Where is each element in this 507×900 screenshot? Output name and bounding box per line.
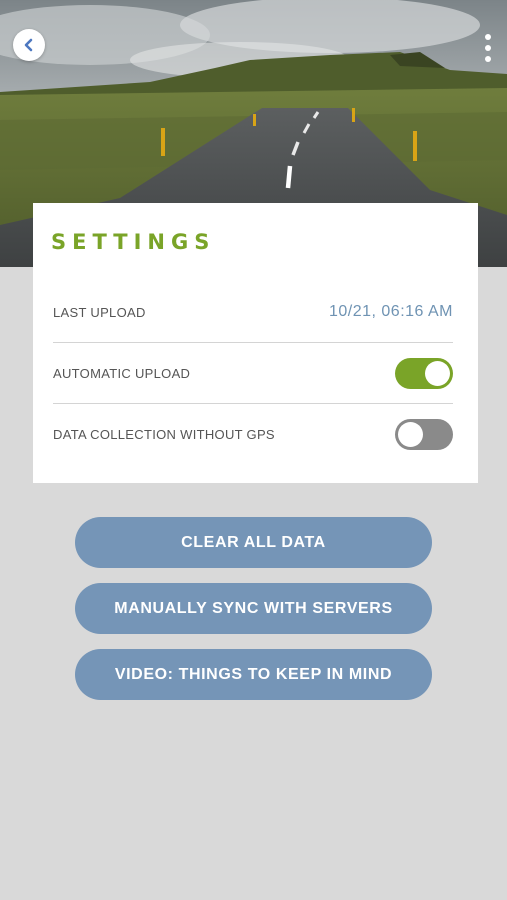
automatic-upload-row: AUTOMATIC UPLOAD bbox=[53, 358, 453, 389]
automatic-upload-toggle[interactable] bbox=[395, 358, 453, 389]
settings-card: SETTINGS LAST UPLOAD 10/21, 06:16 AM AUT… bbox=[33, 203, 478, 483]
clear-all-data-button[interactable]: CLEAR ALL DATA bbox=[75, 517, 432, 568]
data-collection-without-gps-toggle[interactable] bbox=[395, 419, 453, 450]
last-upload-value: 10/21, 06:16 AM bbox=[328, 303, 453, 320]
data-collection-without-gps-label: DATA COLLECTION WITHOUT GPS bbox=[53, 427, 275, 442]
more-vertical-icon bbox=[485, 34, 491, 40]
toggle-knob bbox=[398, 422, 423, 447]
automatic-upload-label: AUTOMATIC UPLOAD bbox=[53, 366, 191, 381]
video-things-to-keep-in-mind-button[interactable]: VIDEO: THINGS TO KEEP IN MIND bbox=[75, 649, 432, 700]
chevron-left-icon bbox=[22, 38, 36, 52]
manual-sync-button[interactable]: MANUALLY SYNC WITH SERVERS bbox=[75, 583, 432, 634]
divider bbox=[53, 403, 453, 404]
more-options-button[interactable] bbox=[476, 28, 500, 68]
data-collection-without-gps-row: DATA COLLECTION WITHOUT GPS bbox=[53, 419, 453, 450]
divider bbox=[53, 342, 453, 343]
last-upload-row: LAST UPLOAD 10/21, 06:16 AM bbox=[53, 300, 453, 324]
back-button[interactable] bbox=[13, 29, 45, 61]
last-upload-label: LAST UPLOAD bbox=[53, 304, 146, 320]
toggle-knob bbox=[425, 361, 450, 386]
settings-title: SETTINGS bbox=[51, 230, 216, 254]
